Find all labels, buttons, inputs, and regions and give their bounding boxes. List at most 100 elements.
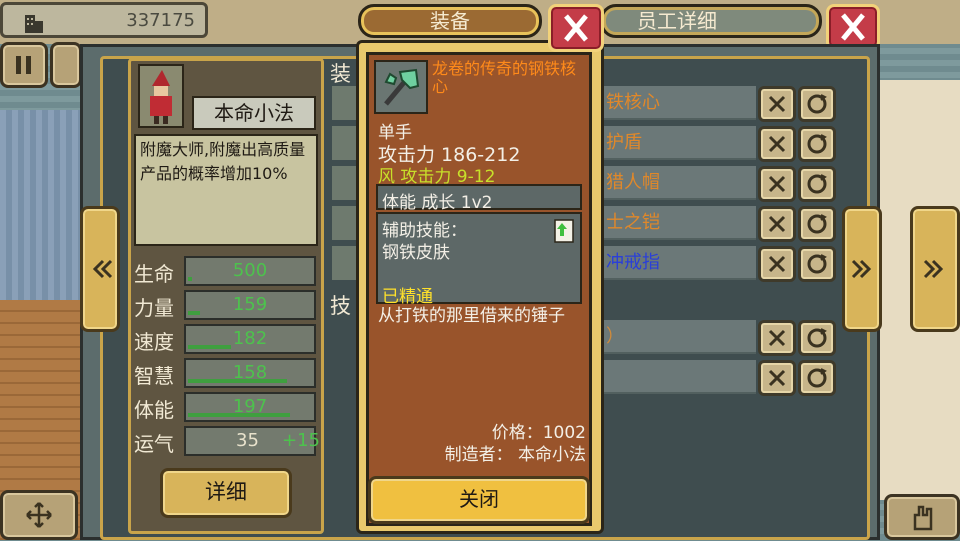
equip-close-x-button[interactable]	[548, 4, 604, 52]
move-button[interactable]	[0, 490, 78, 540]
prev-staff-button[interactable]	[80, 206, 120, 332]
mage-avatar-icon	[150, 70, 172, 124]
equip-name: 铁核心	[606, 92, 660, 113]
detail-button[interactable]: 详细	[160, 468, 292, 518]
equip-name: 冲戒指	[606, 252, 660, 273]
swap-button[interactable]	[798, 166, 836, 202]
stat-bar-speed: 182	[184, 324, 316, 354]
skill-row[interactable]: ）	[600, 320, 756, 354]
x-icon	[768, 255, 786, 273]
pause-icon	[16, 56, 31, 74]
stat-value-wisdom: 158	[232, 362, 268, 383]
equip-row[interactable]: 猎人帽	[600, 166, 756, 200]
item-description: 从打铁的那里借来的锤子	[378, 306, 565, 326]
x-icon	[768, 175, 786, 193]
swap-icon	[807, 214, 827, 234]
next-staff-button[interactable]	[910, 206, 960, 332]
x-icon	[768, 135, 786, 153]
equip-modal-title: 装备	[358, 4, 542, 38]
equip-row[interactable]: 士之铠	[600, 206, 756, 240]
stat-bar-hp: 500	[184, 256, 316, 286]
background-tiles	[0, 110, 80, 300]
close-button[interactable]: 关闭	[368, 476, 590, 524]
stat-label-wisdom: 智慧	[134, 364, 174, 388]
map-button[interactable]	[50, 42, 82, 88]
equip-name: 护盾	[606, 132, 642, 153]
skill-header: 技	[330, 294, 351, 318]
item-name: 龙卷的传奇的钢铁核心	[432, 59, 577, 96]
swap-button[interactable]	[798, 206, 836, 242]
double-right-arrow-icon	[851, 259, 872, 279]
staff-detail-title: 员工详细	[600, 4, 822, 38]
swap-button[interactable]	[798, 246, 836, 282]
equip-row[interactable]: 冲戒指	[600, 246, 756, 280]
item-skill-box: 辅助技能： 钢铁皮肤 已精通	[376, 212, 582, 307]
next-tab-button[interactable]	[842, 206, 882, 332]
item-icon	[374, 60, 428, 114]
item-skill-name: 钢铁皮肤	[382, 243, 450, 263]
stat-bar-stamina: 197	[184, 392, 316, 422]
close-icon	[841, 13, 865, 41]
unequip-button[interactable]	[758, 86, 796, 122]
stat-label-luck: 运气	[134, 432, 174, 456]
stat-label-speed: 速度	[134, 330, 174, 354]
x-icon	[768, 95, 786, 113]
stat-value-strength: 159	[232, 294, 268, 315]
equip-row[interactable]: 护盾	[600, 126, 756, 160]
stat-value-hp: 500	[232, 260, 268, 281]
skill-upgrade-icon[interactable]	[552, 218, 576, 244]
stat-value-luck: 35	[236, 430, 259, 451]
swap-icon	[807, 174, 827, 194]
double-right-arrow-icon	[923, 259, 944, 279]
x-icon	[768, 369, 786, 387]
item-skill-mastered: 已精通	[382, 287, 433, 307]
swap-button[interactable]	[798, 86, 836, 122]
stat-label-stamina: 体能	[134, 398, 174, 422]
equip-name: 士之铠	[606, 212, 660, 233]
stat-value-speed: 182	[232, 328, 268, 349]
stat-bar-luck: 35 +15	[184, 426, 320, 456]
skill-name: ）	[606, 326, 624, 347]
unequip-button[interactable]	[758, 206, 796, 242]
x-icon	[768, 329, 786, 347]
skill-row[interactable]	[600, 360, 756, 394]
character-name: 本命小法	[192, 96, 316, 130]
unequip-button[interactable]	[758, 126, 796, 162]
move-icon	[26, 502, 52, 528]
item-maker: 制造者： 本命小法	[444, 445, 586, 465]
building-icon	[21, 9, 47, 33]
close-icon	[564, 14, 588, 42]
money-counter: 337175	[0, 2, 208, 38]
hand-button[interactable]	[884, 494, 960, 540]
unequip-button[interactable]	[758, 360, 796, 396]
stat-bonus-luck: +15	[282, 430, 320, 451]
item-growth: 体能 成长 1v2	[382, 193, 493, 213]
x-icon	[768, 215, 786, 233]
swap-button[interactable]	[798, 126, 836, 162]
stat-label-hp: 生命	[134, 262, 174, 286]
swap-icon	[807, 254, 827, 274]
swap-icon	[807, 94, 827, 114]
equip-slot-icons	[332, 86, 356, 286]
swap-icon	[807, 328, 827, 348]
stat-label-strength: 力量	[134, 296, 174, 320]
character-portrait	[138, 64, 184, 128]
unequip-button[interactable]	[758, 246, 796, 282]
swap-icon	[807, 134, 827, 154]
swap-button[interactable]	[798, 360, 836, 396]
equipment-header: 装	[330, 62, 351, 86]
equip-name: 猎人帽	[606, 172, 660, 193]
hand-icon	[913, 505, 933, 531]
swap-button[interactable]	[798, 320, 836, 356]
stat-value-stamina: 197	[232, 396, 268, 417]
unequip-button[interactable]	[758, 166, 796, 202]
item-growth-box: 体能 成长 1v2	[376, 184, 582, 213]
money-value: 337175	[126, 10, 195, 31]
unequip-button[interactable]	[758, 320, 796, 356]
character-trait: 附魔大师,附魔出高质量产品的概率增加10%	[134, 134, 318, 246]
equip-row[interactable]: 铁核心	[600, 86, 756, 120]
pause-button[interactable]	[0, 42, 48, 88]
double-left-arrow-icon	[92, 259, 113, 279]
swap-icon	[807, 368, 827, 388]
axe-icon	[384, 68, 420, 106]
